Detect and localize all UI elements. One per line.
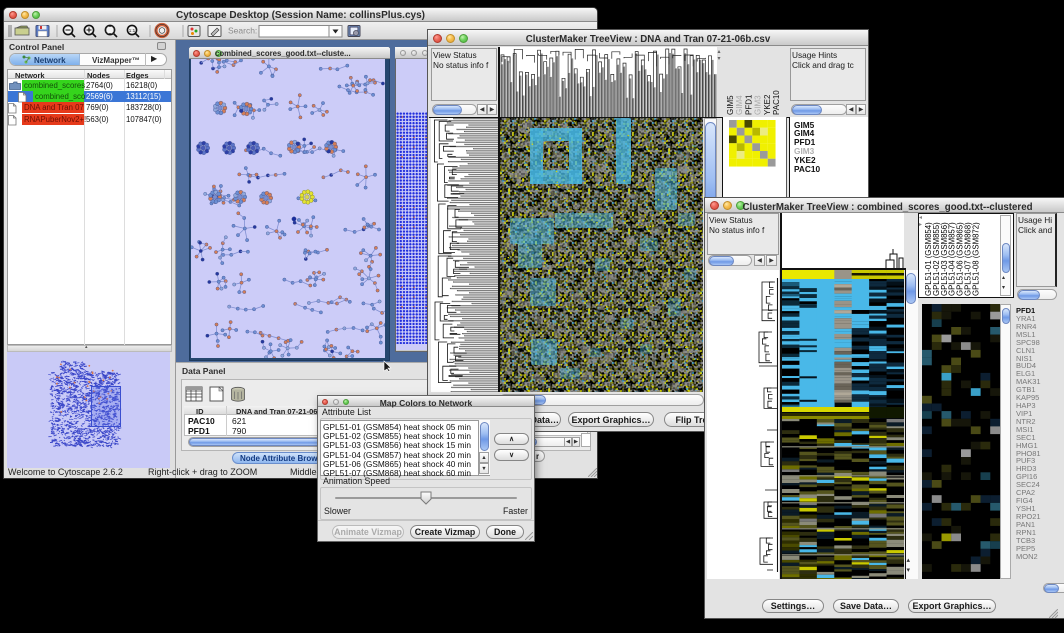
svg-text:Search:: Search: <box>228 26 257 36</box>
svg-text:GIM4: GIM4 <box>735 95 744 115</box>
svg-text:GIM5: GIM5 <box>726 95 735 115</box>
svg-text:1:1: 1:1 <box>129 28 136 33</box>
svg-text:GIM3: GIM3 <box>754 95 763 115</box>
svg-text:GPL51-08 (GSM872): GPL51-08 (GSM872) <box>971 222 980 296</box>
svg-text:YKE2: YKE2 <box>763 94 772 115</box>
svg-text:PFD1: PFD1 <box>744 94 753 115</box>
svg-text:PAC10: PAC10 <box>772 90 781 115</box>
